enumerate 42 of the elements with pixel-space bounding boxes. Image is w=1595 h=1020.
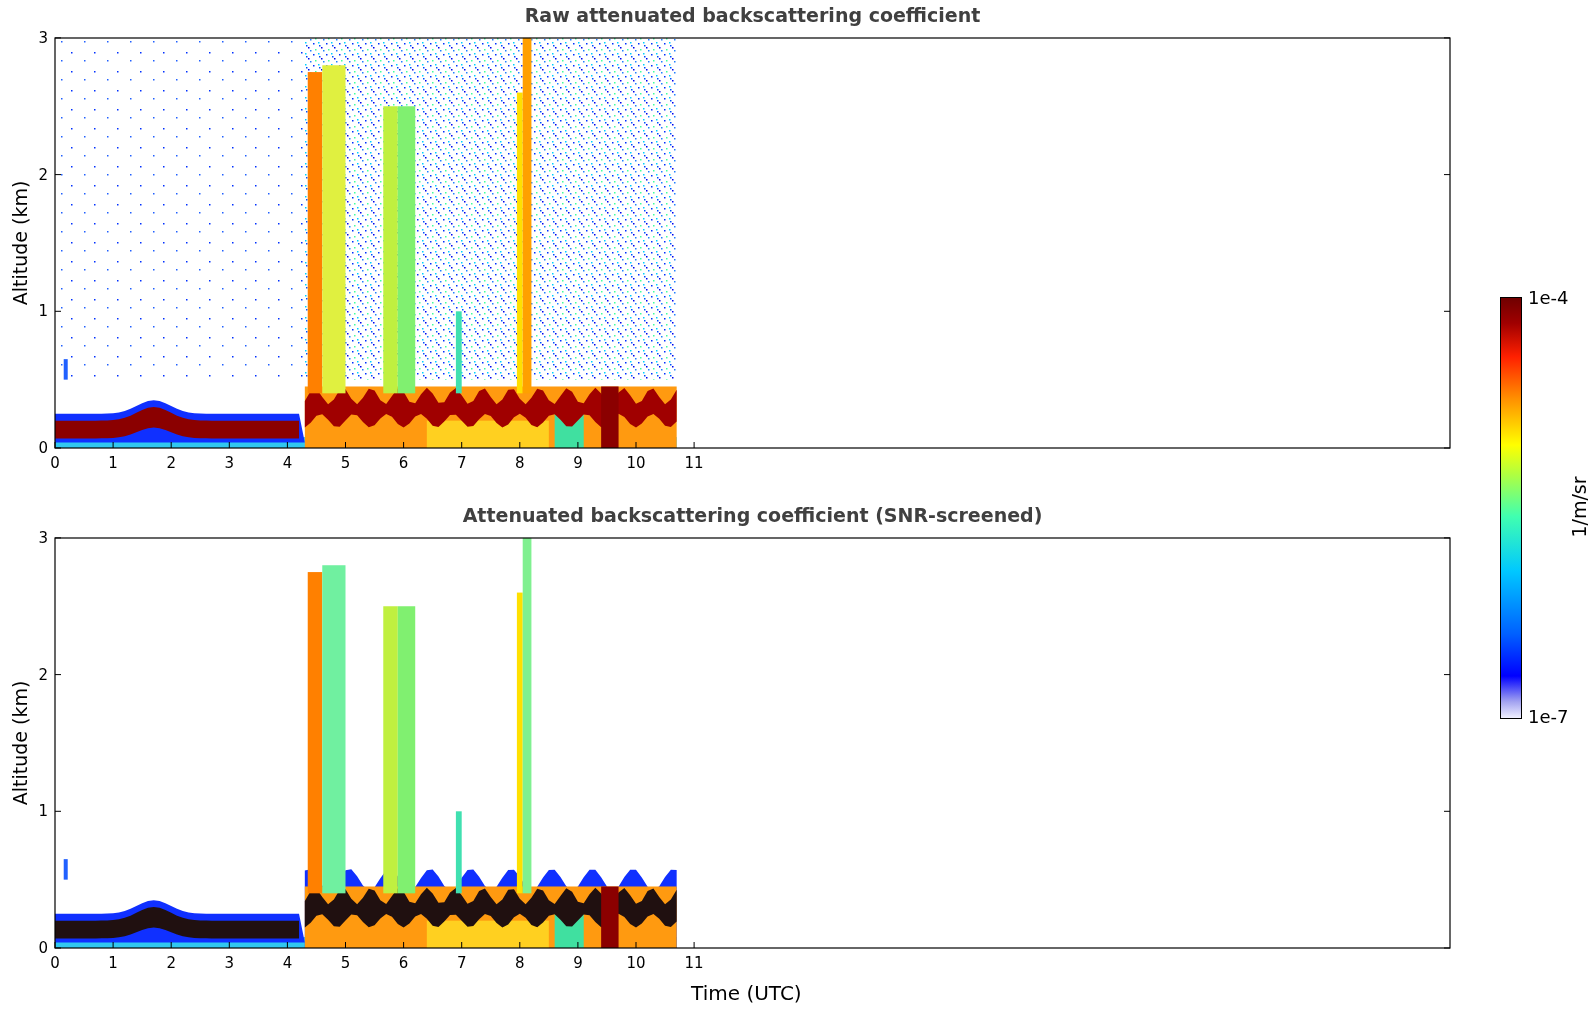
tick-label: 1 xyxy=(108,454,118,472)
chart-title: Raw attenuated backscattering coefficient xyxy=(524,4,981,26)
small-cloud-patch xyxy=(63,359,68,380)
tick-label: 6 xyxy=(398,454,409,472)
tick-label: 0 xyxy=(50,954,60,972)
tick-label: 4 xyxy=(282,454,293,472)
tick-label: 3 xyxy=(38,530,48,547)
tick-label: 3 xyxy=(224,954,235,972)
tick-label: 5 xyxy=(340,454,351,472)
tick-label: 2 xyxy=(38,165,48,184)
tick-label: 11 xyxy=(684,954,704,972)
colorbar-label: 1/m/sr xyxy=(1567,476,1590,538)
tick-label: 10 xyxy=(626,954,646,972)
tick-label: 5 xyxy=(340,954,351,972)
tick-label: 2 xyxy=(166,454,176,472)
tick-label: 0 xyxy=(50,454,60,472)
tick-label: 4 xyxy=(282,954,293,972)
tick-label: 11 xyxy=(684,454,704,472)
tick-label: 6 xyxy=(398,954,409,972)
tick-label: 2 xyxy=(166,954,176,972)
tick-label: 0 xyxy=(38,439,48,457)
tick-label: 2 xyxy=(38,665,48,684)
tick-label: 7 xyxy=(456,954,467,972)
axis-label: Time (UTC) xyxy=(691,981,802,1005)
tick-label: 7 xyxy=(456,454,467,472)
chart-title: Attenuated backscattering coefficient (SNR-screened) xyxy=(462,504,1043,526)
tick-label: 3 xyxy=(224,454,235,472)
tick-label: 8 xyxy=(515,454,525,472)
tick-label: 0 xyxy=(38,939,48,957)
tick-label: 9 xyxy=(573,954,583,972)
axis-label: Altitude (km) xyxy=(9,680,31,806)
small-cloud-patch xyxy=(63,859,68,880)
colorbar-tick-label: 1e-7 xyxy=(1528,706,1569,727)
tick-label: 9 xyxy=(573,454,583,472)
axis-label: Altitude (km) xyxy=(9,180,31,306)
tick-label: 1 xyxy=(108,954,118,972)
tick-label: 8 xyxy=(515,954,525,972)
tick-label: 10 xyxy=(626,454,646,472)
tick-label: 1 xyxy=(38,802,48,821)
colorbar-tick-label: 1e-4 xyxy=(1528,287,1569,308)
tick-label: 3 xyxy=(38,30,48,47)
tick-label: 1 xyxy=(38,302,48,321)
